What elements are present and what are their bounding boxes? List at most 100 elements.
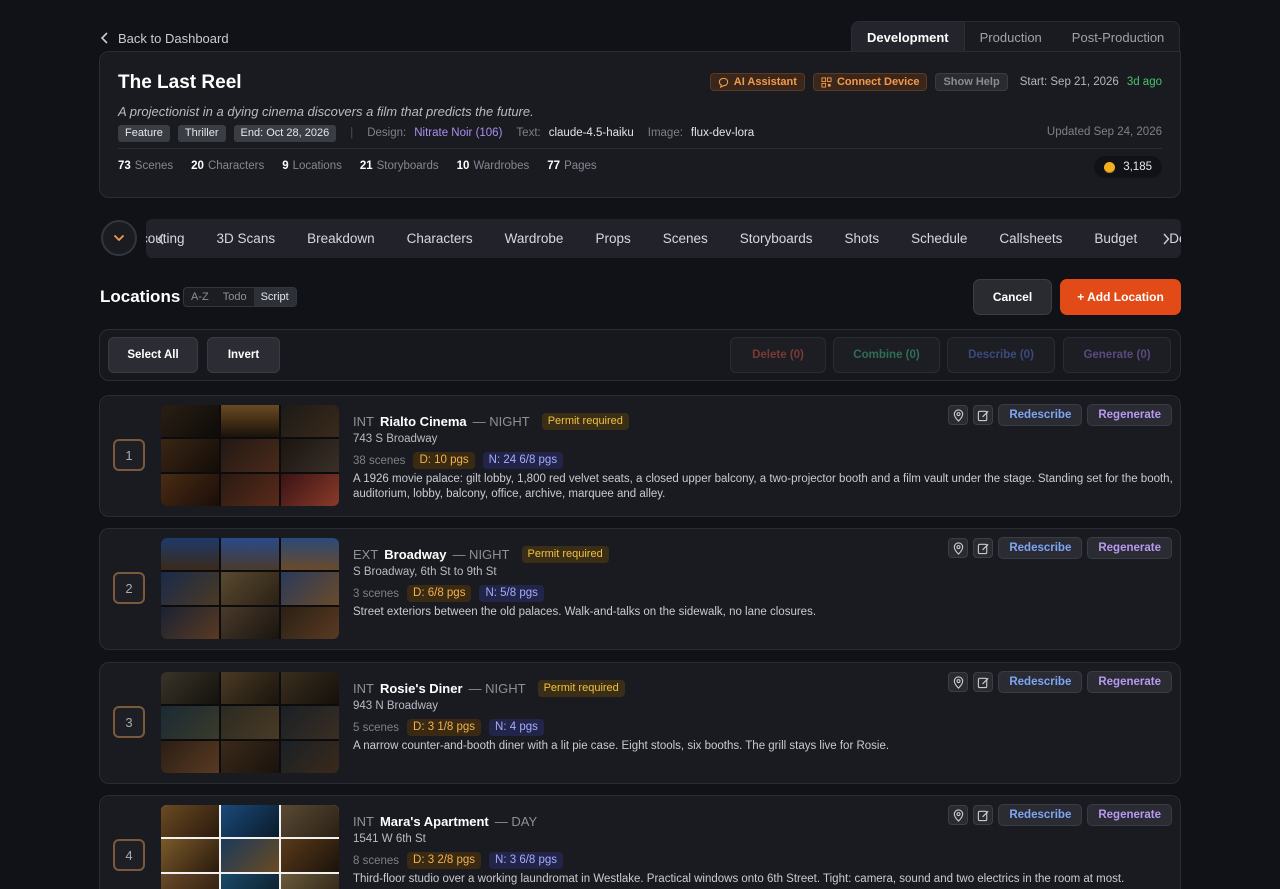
back-to-dashboard-link[interactable]: Back to Dashboard	[100, 30, 229, 46]
permit-badge: Permit required	[521, 545, 609, 563]
updated-date: Updated Sep 24, 2026	[1046, 126, 1162, 138]
map-pin-button[interactable]	[948, 672, 969, 692]
map-pin-button[interactable]	[948, 405, 969, 425]
ai-assistant-button[interactable]: AI Assistant	[709, 73, 805, 91]
select-all-button[interactable]: Select All	[108, 337, 198, 373]
location-description: A narrow counter-and-booth diner with a …	[353, 740, 890, 752]
generate-selected-button[interactable]: Generate (0)	[1063, 337, 1171, 373]
location-number[interactable]: 3	[113, 706, 145, 738]
tabs-scroll-right-button[interactable]	[1155, 219, 1177, 258]
tab-shots[interactable]: Shots	[829, 219, 896, 258]
image-model-value: flux-dev-lora	[690, 127, 755, 139]
location-name[interactable]: Rosie's Diner	[380, 681, 463, 696]
project-logline: A projectionist in a dying cinema discov…	[118, 104, 534, 119]
add-location-button[interactable]: + Add Location	[1060, 279, 1181, 315]
location-thumbnail-grid[interactable]	[161, 805, 339, 889]
sort-script[interactable]: Script	[253, 288, 296, 306]
connect-device-button[interactable]: Connect Device	[812, 73, 928, 91]
location-description: Street exteriors between the old palaces…	[353, 606, 817, 618]
redescribe-button[interactable]: Redescribe	[998, 804, 1083, 826]
scene-count: 5 scenes	[353, 721, 400, 734]
day-pages-badge: D: 10 pgs	[413, 452, 475, 469]
cancel-button[interactable]: Cancel	[973, 279, 1052, 315]
location-number[interactable]: 1	[113, 439, 145, 471]
regenerate-button[interactable]: Regenerate	[1087, 404, 1172, 426]
section-tabs-track: Scouting 3D Scans Breakdown Characters W…	[146, 219, 1181, 258]
location-card[interactable]: 3 INT Rosie's Diner — NIGHT Permit requi…	[99, 662, 1181, 784]
design-value[interactable]: Nitrate Noir (106)	[414, 127, 502, 139]
tab-3d-scans[interactable]: 3D Scans	[201, 219, 292, 258]
location-number[interactable]: 2	[113, 572, 145, 604]
back-label: Back to Dashboard	[118, 30, 229, 46]
location-name[interactable]: Rialto Cinema	[380, 414, 467, 429]
thumbnail-image	[281, 439, 339, 472]
day-pages-badge: D: 6/8 pgs	[407, 585, 472, 602]
project-title: The Last Reel	[118, 72, 242, 93]
location-card[interactable]: 4 INT Mara's Apartment — DAY 1541 W 6th …	[99, 795, 1181, 889]
location-card[interactable]: 2 EXT Broadway — NIGHT Permit required S…	[99, 528, 1181, 650]
tab-breakdown[interactable]: Breakdown	[291, 219, 391, 258]
tab-budget[interactable]: Budget	[1078, 219, 1153, 258]
tabs-scroll-left-button[interactable]	[150, 219, 172, 258]
tab-props[interactable]: Props	[579, 219, 646, 258]
location-name[interactable]: Broadway	[384, 547, 446, 562]
edit-button[interactable]	[973, 405, 994, 425]
stat-scenes: 73 Scenes	[118, 160, 174, 172]
regenerate-button[interactable]: Regenerate	[1087, 537, 1172, 559]
location-int-ext: INT	[353, 413, 374, 429]
map-pin-button[interactable]	[948, 805, 969, 825]
credits-balance[interactable]: 3,185	[1094, 156, 1162, 178]
map-pin-button[interactable]	[948, 538, 969, 558]
redescribe-button[interactable]: Redescribe	[998, 671, 1083, 693]
location-number[interactable]: 4	[113, 839, 145, 871]
invert-button[interactable]: Invert	[207, 337, 280, 373]
thumbnail-image	[161, 873, 219, 889]
project-stats: 73 Scenes 20 Characters 9 Locations 21 Story…	[118, 160, 597, 176]
thumbnail-image	[161, 740, 219, 773]
location-card[interactable]: 1 INT Rialto Cinema — NIGHT Permit requi…	[99, 395, 1181, 517]
image-model-label: Image:	[647, 127, 683, 139]
tab-wardrobe[interactable]: Wardrobe	[489, 219, 580, 258]
edit-button[interactable]	[973, 805, 994, 825]
sort-todo[interactable]: Todo	[216, 288, 254, 306]
tab-callsheets[interactable]: Callsheets	[983, 219, 1078, 258]
chevron-down-icon	[113, 234, 125, 242]
sort-a-z[interactable]: A-Z	[184, 288, 216, 306]
day-pages-badge: D: 3 1/8 pgs	[407, 719, 482, 736]
combine-selected-button[interactable]: Combine (0)	[833, 337, 940, 373]
location-thumbnail-grid[interactable]	[161, 672, 339, 773]
location-name[interactable]: Mara's Apartment	[380, 814, 489, 829]
collapse-toggle-button[interactable]	[101, 220, 137, 256]
thumbnail-image	[221, 805, 279, 838]
thumbnail-image	[281, 805, 339, 838]
thumbnail-image	[281, 606, 339, 639]
describe-selected-button[interactable]: Describe (0)	[947, 337, 1055, 373]
thumbnail-image	[281, 538, 339, 571]
phase-tabs: Development Production Post-Production	[851, 21, 1181, 53]
tab-production[interactable]: Production	[965, 22, 1057, 53]
location-thumbnail-grid[interactable]	[161, 405, 339, 506]
edit-button[interactable]	[973, 672, 994, 692]
tab-development[interactable]: Development	[852, 22, 965, 53]
show-help-button[interactable]: Show Help	[935, 73, 1008, 91]
edit-button[interactable]	[973, 538, 994, 558]
regenerate-button[interactable]: Regenerate	[1087, 671, 1172, 693]
tab-scenes[interactable]: Scenes	[647, 219, 724, 258]
thumbnail-image	[161, 606, 219, 639]
location-thumbnail-grid[interactable]	[161, 538, 339, 639]
thumbnail-image	[221, 473, 279, 506]
delete-selected-button[interactable]: Delete (0)	[730, 337, 826, 373]
thumbnail-image	[281, 672, 339, 705]
tab-post-production[interactable]: Post-Production	[1057, 22, 1179, 53]
redescribe-button[interactable]: Redescribe	[998, 404, 1083, 426]
thumbnail-image	[221, 839, 279, 872]
location-description: A 1926 movie palace: gilt lobby, 1,800 r…	[353, 473, 1173, 500]
start-relative: 3d ago	[1126, 76, 1162, 88]
tab-characters[interactable]: Characters	[391, 219, 489, 258]
redescribe-button[interactable]: Redescribe	[998, 537, 1083, 559]
tab-schedule[interactable]: Schedule	[895, 219, 983, 258]
coin-icon	[1104, 161, 1116, 173]
regenerate-button[interactable]: Regenerate	[1087, 804, 1172, 826]
tab-storyboards[interactable]: Storyboards	[724, 219, 829, 258]
thumbnail-image	[161, 805, 219, 838]
